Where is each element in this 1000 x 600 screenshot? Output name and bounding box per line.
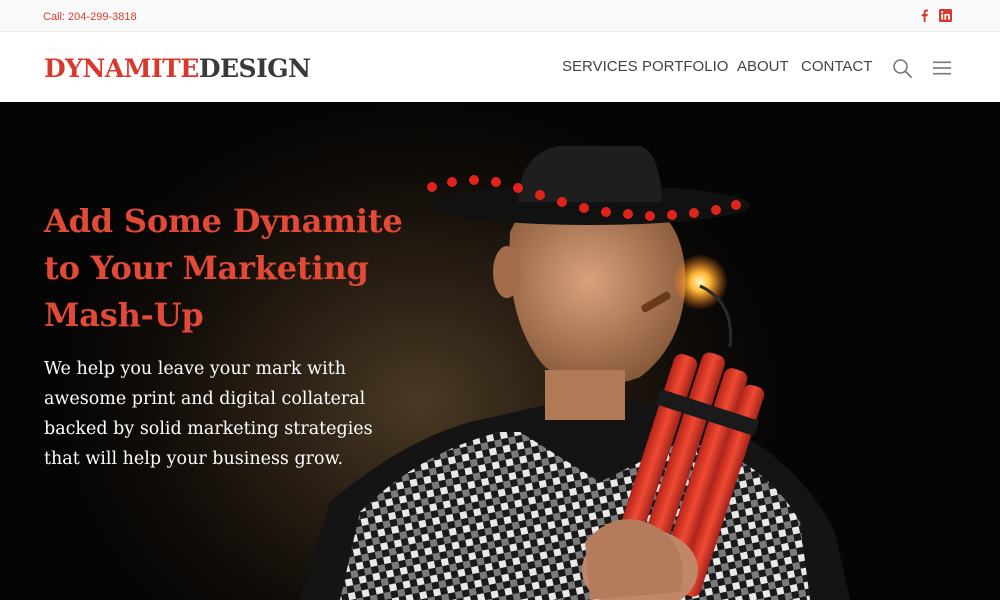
phone-number[interactable]: Call: 204-299-3818 — [43, 11, 137, 23]
top-bar: Call: 204-299-3818 — [0, 0, 1000, 32]
search-icon[interactable] — [892, 58, 912, 78]
hero-subtitle-line-2: awesome print and digital collateral — [44, 389, 366, 409]
hamburger-menu-icon[interactable] — [932, 58, 952, 78]
site-header: DYNAMITEDESIGN SERVICES PORTFOLIO ABOUT … — [0, 32, 1000, 102]
logo-dynamite: DYNAMITE — [44, 54, 199, 83]
nav-services[interactable]: SERVICES — [562, 58, 638, 75]
nav-contact[interactable]: CONTACT — [801, 58, 872, 75]
hero-title: Add Some Dynamite to Your Marketing Mash… — [44, 198, 424, 339]
site-logo[interactable]: DYNAMITEDESIGN — [44, 54, 311, 83]
nav-portfolio[interactable]: PORTFOLIO — [642, 58, 728, 75]
hero-subtitle: We help you leave your mark with awesome… — [44, 354, 374, 474]
facebook-icon[interactable] — [918, 9, 931, 22]
hero-banner: Add Some Dynamite to Your Marketing Mash… — [0, 102, 1000, 600]
hero-title-line-2: to Your Marketing — [44, 249, 369, 287]
hero-photo — [300, 146, 850, 600]
hero-subtitle-line-3: backed by solid marketing strategies — [44, 419, 373, 439]
linkedin-icon[interactable] — [939, 9, 952, 22]
hero-title-line-3: Mash-Up — [44, 296, 204, 334]
nav-about[interactable]: ABOUT — [737, 58, 789, 75]
hero-subtitle-line-1: We help you leave your mark with — [44, 359, 346, 379]
hero-title-line-1: Add Some Dynamite — [44, 202, 403, 240]
logo-design: DESIGN — [198, 54, 311, 83]
hero-subtitle-line-4: that will help your business grow. — [44, 449, 344, 469]
